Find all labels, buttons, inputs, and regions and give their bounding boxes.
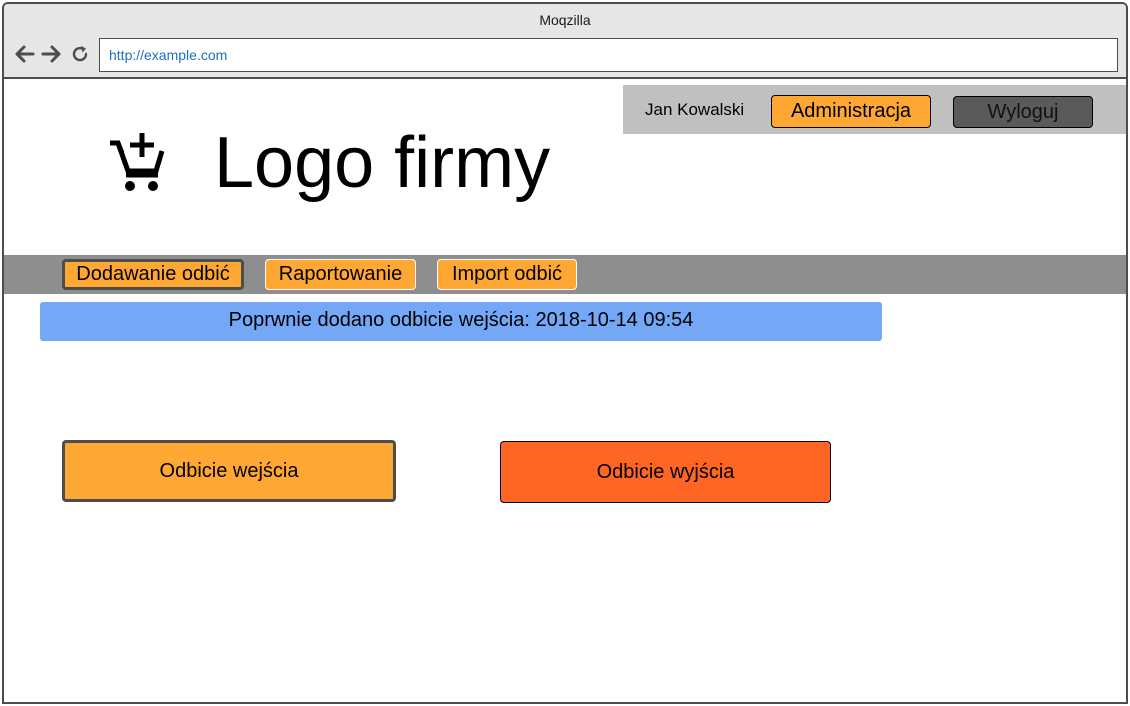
forward-button[interactable] xyxy=(40,42,64,66)
back-button[interactable] xyxy=(12,42,36,66)
arrow-left-icon xyxy=(15,45,35,63)
window-title: Moqzilla xyxy=(539,12,591,28)
page-content: Jan Kowalski Administracja Wyloguj Logo … xyxy=(4,81,1126,702)
logout-button[interactable]: Wyloguj xyxy=(953,96,1093,128)
tab-dodawanie-odbic[interactable]: Dodawanie odbić xyxy=(62,259,244,290)
tab-raportowanie[interactable]: Raportowanie xyxy=(265,259,416,290)
cart-plus-icon xyxy=(110,133,165,191)
entry-punch-button[interactable]: Odbicie wejścia xyxy=(62,440,396,502)
reload-icon xyxy=(72,46,88,62)
user-bar: Jan Kowalski Administracja Wyloguj xyxy=(623,85,1126,134)
browser-chrome: Moqzilla http://example.com xyxy=(4,4,1126,79)
success-alert: Poprwnie dodano odbicie wejścia: 2018-10… xyxy=(40,302,882,341)
tab-import-odbic[interactable]: Import odbić xyxy=(437,259,577,290)
browser-window: Moqzilla http://example.com Jan Kowalski… xyxy=(2,2,1128,704)
arrow-right-icon xyxy=(41,45,61,63)
reload-button[interactable] xyxy=(68,42,92,66)
company-logo: Logo firmy xyxy=(214,123,551,203)
main-menu: Dodawanie odbić Raportowanie Import odbi… xyxy=(4,254,1126,294)
user-name: Jan Kowalski xyxy=(645,100,745,119)
address-bar[interactable]: http://example.com xyxy=(99,38,1118,72)
admin-button[interactable]: Administracja xyxy=(771,95,931,128)
exit-punch-button[interactable]: Odbicie wyjścia xyxy=(500,441,831,503)
